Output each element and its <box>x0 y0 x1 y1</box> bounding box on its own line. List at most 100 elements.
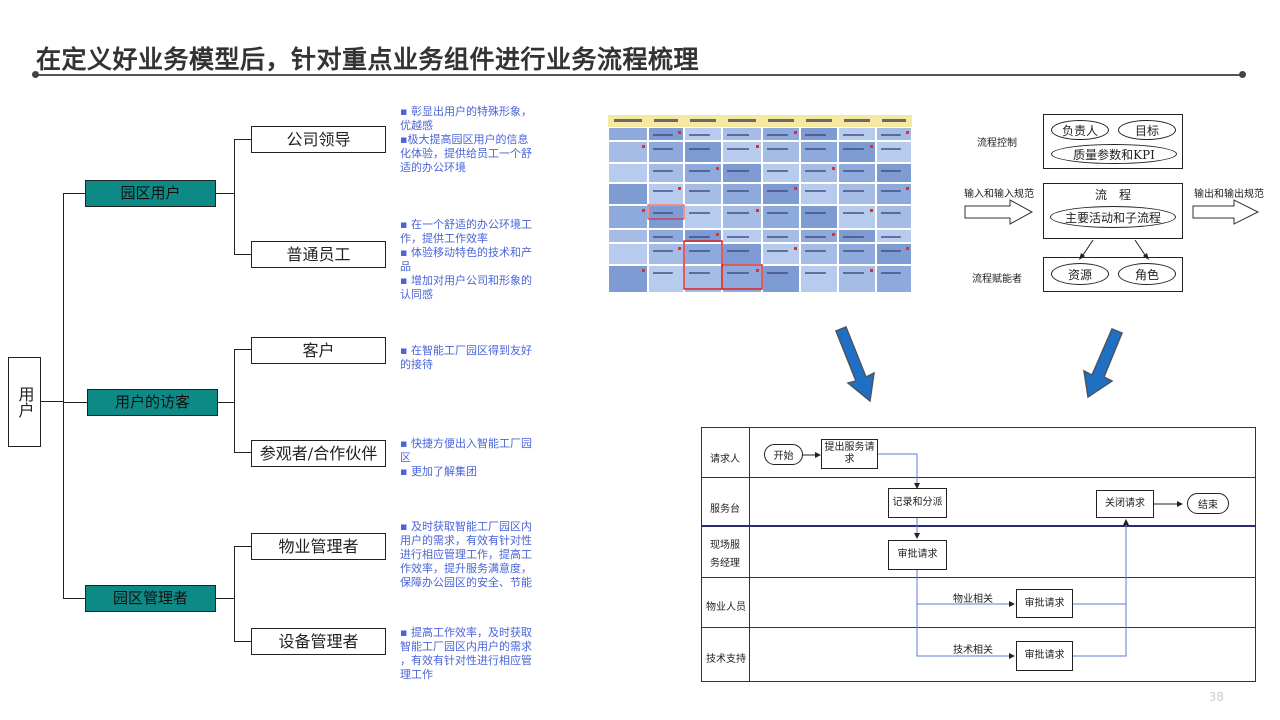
matrix-text <box>727 134 749 136</box>
connector <box>234 349 251 350</box>
matrix-text <box>805 250 826 252</box>
matrix-marker <box>678 247 681 250</box>
matrix-marker <box>642 209 645 212</box>
matrix-cell <box>609 184 647 204</box>
matrix-text <box>881 250 901 252</box>
matrix-marker <box>642 145 645 148</box>
node-submit-request: 提出服务请求 <box>821 439 878 469</box>
matrix-cell <box>723 142 761 162</box>
connector <box>63 402 87 403</box>
matrix-cell <box>723 266 761 292</box>
matrix-text <box>805 272 826 274</box>
divider-dot-right <box>1239 71 1246 78</box>
matrix-text <box>653 212 673 214</box>
node-customer: 客户 <box>251 337 386 364</box>
desc-line: ▪ 更加了解集团 <box>400 465 477 478</box>
matrix-marker <box>756 145 759 148</box>
matrix-cell <box>649 142 683 162</box>
matrix-cell <box>763 206 799 228</box>
matrix-marker <box>794 247 797 250</box>
desc-line: 的接待 <box>400 358 433 371</box>
desc-line: 保障办公园区的安全、节能 <box>400 576 532 589</box>
matrix-cell <box>685 142 721 162</box>
desc-line: 进行相应管理工作，提高工 <box>400 548 532 561</box>
matrix-marker <box>794 187 797 190</box>
matrix-marker <box>870 145 873 148</box>
edge-label-tech: 技术相关 <box>953 645 993 656</box>
connector <box>63 193 85 194</box>
matrix-cell <box>685 266 721 292</box>
matrix-text <box>843 212 864 214</box>
matrix-cell <box>723 164 761 182</box>
matrix-text <box>805 212 826 214</box>
group-park-users: 园区用户 <box>85 180 216 207</box>
matrix-text <box>881 190 901 192</box>
matrix-text <box>881 170 901 172</box>
matrix-text <box>843 148 864 150</box>
owner-ellipse: 负责人 <box>1051 120 1109 140</box>
connector <box>234 452 251 453</box>
matrix-text <box>689 134 710 136</box>
label-process-control: 流程控制 <box>977 138 1017 149</box>
desc-line: ▪ 提高工作效率，及时获取 <box>400 626 532 639</box>
matrix-cell <box>763 244 799 264</box>
matrix-cell <box>839 142 875 162</box>
matrix-marker <box>678 187 681 190</box>
desc-company-leader: ▪ 彰显出用户的特殊形象， 优越感 ▪极大提高园区用户的信息 化体验，提供给员工… <box>400 105 550 175</box>
matrix-text <box>881 272 901 274</box>
matrix-text <box>689 212 710 214</box>
matrix-text <box>805 190 826 192</box>
divider-dot-left <box>32 71 39 78</box>
desc-line: ▪ 体验移动特色的技术和产 <box>400 246 532 259</box>
node-equipment-manager: 设备管理者 <box>251 628 386 655</box>
matrix-text <box>653 236 673 238</box>
matrix-cell <box>801 266 837 292</box>
matrix-marker <box>756 209 759 212</box>
matrix-marker <box>870 269 873 272</box>
matrix-text <box>689 170 710 172</box>
matrix-text <box>805 170 826 172</box>
connector <box>216 193 234 194</box>
down-arrow-icon <box>835 326 875 403</box>
matrix-cell <box>839 244 875 264</box>
matrix-text <box>881 212 901 214</box>
matrix-text <box>881 134 901 136</box>
desc-line: 作，提供工作效率 <box>400 232 488 245</box>
node-approve-field: 审批请求 <box>888 540 947 570</box>
node-guest-partner: 参观者/合作伙伴 <box>251 440 386 467</box>
matrix-text <box>805 134 826 136</box>
connector <box>234 349 235 453</box>
desc-line: 作效率，提升服务满意度， <box>400 562 532 575</box>
matrix-cell <box>801 244 837 264</box>
matrix-text <box>653 190 673 192</box>
matrix-text <box>653 148 673 150</box>
desc-line: 区 <box>400 451 411 464</box>
matrix-cell <box>723 244 761 264</box>
matrix-text <box>689 272 710 274</box>
matrix-cell <box>609 266 647 292</box>
matrix-text <box>843 272 864 274</box>
connector <box>234 641 251 642</box>
node-staff: 普通员工 <box>251 241 386 268</box>
matrix-cell <box>609 244 647 264</box>
desc-line: ▪ 在一个舒适的办公环境工 <box>400 218 532 231</box>
label-enabler: 流程赋能者 <box>972 274 1022 285</box>
matrix-cell <box>801 206 837 228</box>
matrix-text <box>767 134 788 136</box>
matrix-cell <box>877 184 911 204</box>
desc-line: 智能工厂园区内用户的需求 <box>400 640 532 653</box>
node-property-manager: 物业管理者 <box>251 533 386 560</box>
matrix-header-text <box>806 119 832 122</box>
matrix-cell <box>609 206 647 228</box>
desc-line: 优越感 <box>400 119 433 132</box>
matrix-text <box>767 212 788 214</box>
matrix-cell <box>649 206 683 228</box>
goal-ellipse: 目标 <box>1118 120 1176 140</box>
matrix-cell <box>763 266 799 292</box>
matrix-text <box>727 236 749 238</box>
matrix-text <box>881 148 901 150</box>
node-close-request: 关闭请求 <box>1096 490 1154 518</box>
matrix-marker <box>832 233 835 236</box>
resource-ellipse: 资源 <box>1051 263 1109 285</box>
matrix-cell <box>877 142 911 162</box>
